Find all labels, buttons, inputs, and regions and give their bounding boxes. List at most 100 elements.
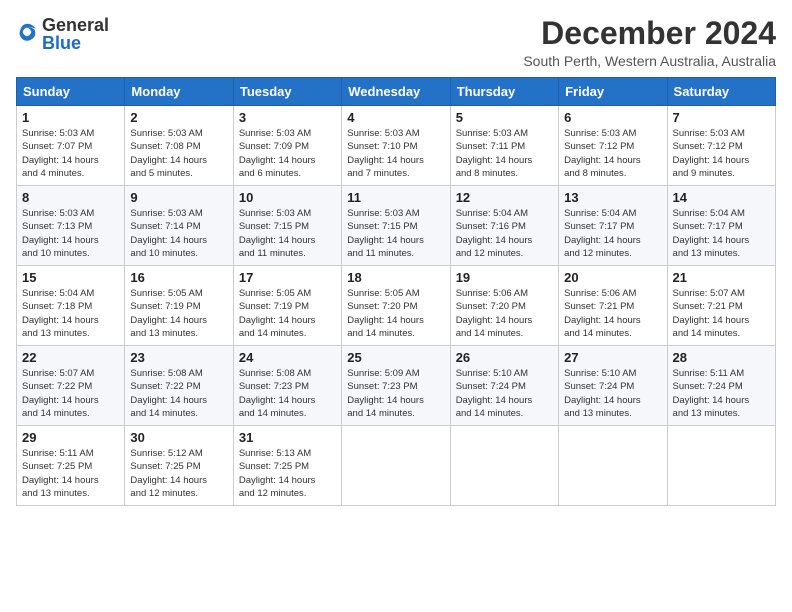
calendar-cell: 16 Sunrise: 5:05 AMSunset: 7:19 PMDayligh…	[125, 266, 233, 346]
calendar-cell: 18Sunrise: 5:05 AMSunset: 7:20 PMDayligh…	[342, 266, 450, 346]
calendar-cell: 13 Sunrise: 5:04 AMSunset: 7:17 PMDayligh…	[559, 186, 667, 266]
day-number: 21	[673, 270, 770, 285]
header-friday: Friday	[559, 78, 667, 106]
day-number: 15	[22, 270, 119, 285]
logo-text-general: General	[42, 16, 109, 34]
header-tuesday: Tuesday	[233, 78, 341, 106]
day-info: Sunrise: 5:04 AMSunset: 7:17 PMDaylight:…	[673, 207, 770, 260]
calendar-cell	[342, 426, 450, 506]
day-info: Sunrise: 5:03 AMSunset: 7:15 PMDaylight:…	[347, 207, 444, 260]
calendar-cell: 9 Sunrise: 5:03 AMSunset: 7:14 PMDaylight…	[125, 186, 233, 266]
header-monday: Monday	[125, 78, 233, 106]
day-info: Sunrise: 5:07 AMSunset: 7:22 PMDaylight:…	[22, 367, 119, 420]
calendar-cell: 26 Sunrise: 5:10 AMSunset: 7:24 PMDayligh…	[450, 346, 558, 426]
calendar-cell: 4 Sunrise: 5:03 AMSunset: 7:10 PMDaylight…	[342, 106, 450, 186]
day-number: 1	[22, 110, 119, 125]
day-info: Sunrise: 5:03 AMSunset: 7:11 PMDaylight:…	[456, 127, 553, 180]
day-number: 26	[456, 350, 553, 365]
calendar-cell: 8 Sunrise: 5:03 AMSunset: 7:13 PMDaylight…	[17, 186, 125, 266]
day-info: Sunrise: 5:03 AMSunset: 7:08 PMDaylight:…	[130, 127, 227, 180]
day-info: Sunrise: 5:11 AMSunset: 7:24 PMDaylight:…	[673, 367, 770, 420]
day-number: 11	[347, 190, 444, 205]
day-number: 19	[456, 270, 553, 285]
day-number: 7	[673, 110, 770, 125]
calendar-cell: 24 Sunrise: 5:08 AMSunset: 7:23 PMDayligh…	[233, 346, 341, 426]
day-number: 3	[239, 110, 336, 125]
day-info: Sunrise: 5:08 AMSunset: 7:23 PMDaylight:…	[239, 367, 336, 420]
calendar-week-3: 15 Sunrise: 5:04 AMSunset: 7:18 PMDayligh…	[17, 266, 776, 346]
day-info: Sunrise: 5:06 AMSunset: 7:20 PMDaylight:…	[456, 287, 553, 340]
title-area: December 2024 South Perth, Western Austr…	[523, 16, 776, 69]
calendar-cell: 15 Sunrise: 5:04 AMSunset: 7:18 PMDayligh…	[17, 266, 125, 346]
calendar-cell: 20 Sunrise: 5:06 AMSunset: 7:21 PMDayligh…	[559, 266, 667, 346]
day-info: Sunrise: 5:03 AMSunset: 7:13 PMDaylight:…	[22, 207, 119, 260]
calendar-week-2: 8 Sunrise: 5:03 AMSunset: 7:13 PMDaylight…	[17, 186, 776, 266]
logo-text-blue: Blue	[42, 34, 109, 52]
calendar-cell: 19 Sunrise: 5:06 AMSunset: 7:20 PMDayligh…	[450, 266, 558, 346]
day-number: 22	[22, 350, 119, 365]
header-sunday: Sunday	[17, 78, 125, 106]
day-info: Sunrise: 5:07 AMSunset: 7:21 PMDaylight:…	[673, 287, 770, 340]
day-number: 24	[239, 350, 336, 365]
logo: General Blue	[16, 16, 109, 52]
calendar-cell: 14 Sunrise: 5:04 AMSunset: 7:17 PMDayligh…	[667, 186, 775, 266]
day-number: 25	[347, 350, 444, 365]
calendar-cell	[450, 426, 558, 506]
calendar-cell: 17Sunrise: 5:05 AMSunset: 7:19 PMDayligh…	[233, 266, 341, 346]
calendar-cell: 31Sunrise: 5:13 AMSunset: 7:25 PMDayligh…	[233, 426, 341, 506]
day-info: Sunrise: 5:09 AMSunset: 7:23 PMDaylight:…	[347, 367, 444, 420]
day-info: Sunrise: 5:08 AMSunset: 7:22 PMDaylight:…	[130, 367, 227, 420]
day-number: 6	[564, 110, 661, 125]
day-info: Sunrise: 5:06 AMSunset: 7:21 PMDaylight:…	[564, 287, 661, 340]
day-number: 27	[564, 350, 661, 365]
day-number: 23	[130, 350, 227, 365]
calendar-cell: 23 Sunrise: 5:08 AMSunset: 7:22 PMDayligh…	[125, 346, 233, 426]
day-number: 29	[22, 430, 119, 445]
calendar-cell: 6 Sunrise: 5:03 AMSunset: 7:12 PMDaylight…	[559, 106, 667, 186]
calendar-cell: 25 Sunrise: 5:09 AMSunset: 7:23 PMDayligh…	[342, 346, 450, 426]
calendar-cell: 21 Sunrise: 5:07 AMSunset: 7:21 PMDayligh…	[667, 266, 775, 346]
day-info: Sunrise: 5:03 AMSunset: 7:10 PMDaylight:…	[347, 127, 444, 180]
day-number: 28	[673, 350, 770, 365]
calendar-cell: 3Sunrise: 5:03 AMSunset: 7:09 PMDaylight…	[233, 106, 341, 186]
day-info: Sunrise: 5:04 AMSunset: 7:16 PMDaylight:…	[456, 207, 553, 260]
calendar-cell: 10 Sunrise: 5:03 AMSunset: 7:15 PMDayligh…	[233, 186, 341, 266]
calendar: SundayMondayTuesdayWednesdayThursdayFrid…	[16, 77, 776, 506]
calendar-cell: 7Sunrise: 5:03 AMSunset: 7:12 PMDaylight…	[667, 106, 775, 186]
day-number: 16	[130, 270, 227, 285]
day-number: 2	[130, 110, 227, 125]
day-info: Sunrise: 5:03 AMSunset: 7:12 PMDaylight:…	[564, 127, 661, 180]
day-info: Sunrise: 5:03 AMSunset: 7:07 PMDaylight:…	[22, 127, 119, 180]
day-info: Sunrise: 5:04 AMSunset: 7:18 PMDaylight:…	[22, 287, 119, 340]
day-info: Sunrise: 5:03 AMSunset: 7:15 PMDaylight:…	[239, 207, 336, 260]
day-info: Sunrise: 5:10 AMSunset: 7:24 PMDaylight:…	[564, 367, 661, 420]
day-number: 9	[130, 190, 227, 205]
day-number: 8	[22, 190, 119, 205]
day-info: Sunrise: 5:04 AMSunset: 7:17 PMDaylight:…	[564, 207, 661, 260]
day-number: 12	[456, 190, 553, 205]
day-number: 4	[347, 110, 444, 125]
calendar-cell: 27 Sunrise: 5:10 AMSunset: 7:24 PMDayligh…	[559, 346, 667, 426]
day-info: Sunrise: 5:10 AMSunset: 7:24 PMDaylight:…	[456, 367, 553, 420]
calendar-cell: 30Sunrise: 5:12 AMSunset: 7:25 PMDayligh…	[125, 426, 233, 506]
logo-icon	[16, 21, 38, 43]
calendar-cell: 29Sunrise: 5:11 AMSunset: 7:25 PMDayligh…	[17, 426, 125, 506]
header-thursday: Thursday	[450, 78, 558, 106]
calendar-cell: 2 Sunrise: 5:03 AMSunset: 7:08 PMDaylight…	[125, 106, 233, 186]
day-info: Sunrise: 5:05 AMSunset: 7:19 PMDaylight:…	[130, 287, 227, 340]
header-wednesday: Wednesday	[342, 78, 450, 106]
calendar-cell	[667, 426, 775, 506]
day-number: 18	[347, 270, 444, 285]
calendar-cell	[559, 426, 667, 506]
calendar-week-4: 22 Sunrise: 5:07 AMSunset: 7:22 PMDayligh…	[17, 346, 776, 426]
day-number: 14	[673, 190, 770, 205]
calendar-cell: 11 Sunrise: 5:03 AMSunset: 7:15 PMDayligh…	[342, 186, 450, 266]
day-number: 20	[564, 270, 661, 285]
day-number: 5	[456, 110, 553, 125]
day-number: 10	[239, 190, 336, 205]
calendar-cell: 1 Sunrise: 5:03 AMSunset: 7:07 PMDaylight…	[17, 106, 125, 186]
header: General Blue December 2024 South Perth, …	[16, 16, 776, 69]
day-info: Sunrise: 5:03 AMSunset: 7:14 PMDaylight:…	[130, 207, 227, 260]
day-number: 13	[564, 190, 661, 205]
calendar-header-row: SundayMondayTuesdayWednesdayThursdayFrid…	[17, 78, 776, 106]
